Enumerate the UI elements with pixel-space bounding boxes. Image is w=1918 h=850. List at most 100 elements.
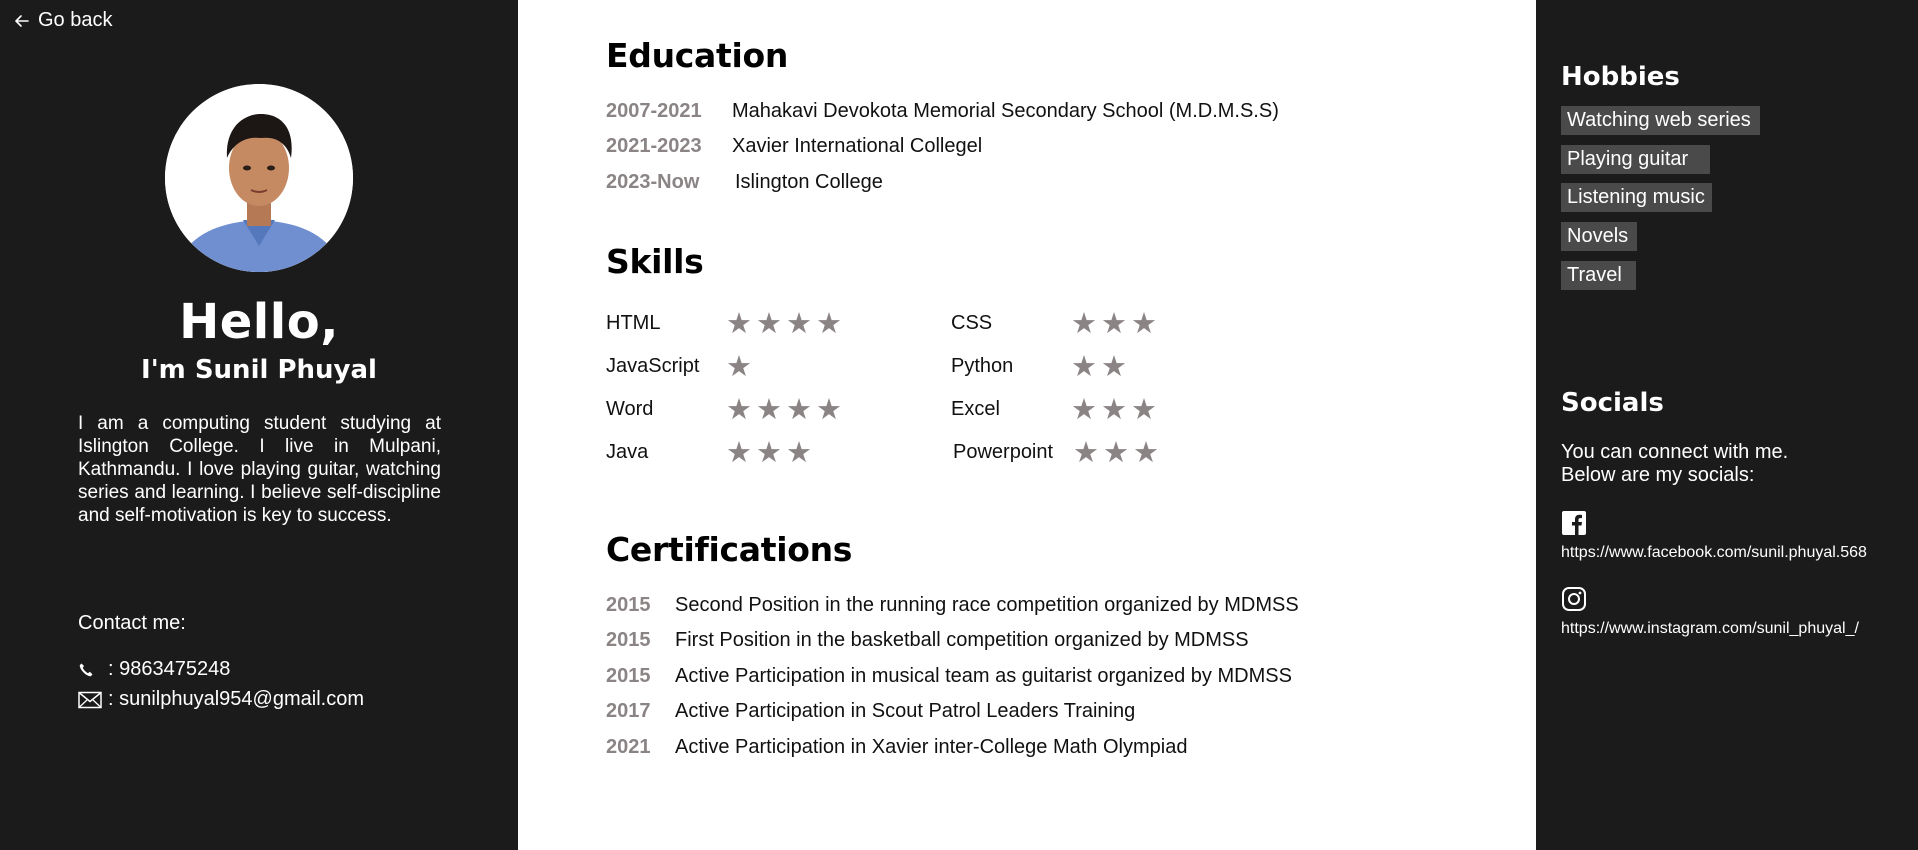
skill-rating: ★ ★ ★ ★ [724,392,844,426]
certification-year: 2015 [606,628,651,651]
contact-heading: Contact me: [78,612,186,634]
skill-item: JavaScript ★ [606,351,754,381]
education-school: Xavier International Collegel [732,134,983,157]
skill-name: JavaScript [606,354,700,377]
star-icon: ★ [1131,306,1157,340]
star-icon: ★ [726,306,752,340]
socials-text-line: You can connect with me. [1561,441,1789,463]
star-icon: ★ [1103,435,1129,469]
certification-text: Second Position in the running race comp… [675,593,1299,616]
education-school: Mahakavi Devokota Memorial Secondary Sch… [732,99,1279,122]
skill-name: Java [606,440,649,463]
certification-year: 2015 [606,664,651,687]
hobby-tag: Listening music [1561,183,1712,212]
star-icon: ★ [1101,392,1127,426]
star-icon: ★ [816,392,842,426]
star-icon: ★ [726,392,752,426]
star-icon: ★ [1101,306,1127,340]
email-address[interactable]: : sunilphuyal954@gmail.com [108,688,364,711]
skill-rating: ★ ★ ★ [1071,435,1161,469]
star-icon: ★ [726,349,752,383]
certification-item: 2015 Second Position in the running race… [606,592,1299,618]
name-heading: I'm Sunil Phuyal [141,355,377,385]
certification-item: 2017 Active Participation in Scout Patro… [606,698,1135,724]
skill-rating: ★ [724,349,754,383]
hobby-tag: Playing guitar [1561,145,1710,174]
skill-item: Powerpoint ★ ★ ★ [953,437,1161,467]
email-contact: : sunilphuyal954@gmail.com [78,688,364,711]
hobby-tag: Travel [1561,261,1636,290]
star-icon: ★ [726,435,752,469]
main-content: Education 2007-2021 Mahakavi Devokota Me… [518,0,1536,850]
phone-icon [78,660,104,680]
skill-name: HTML [606,311,661,334]
certification-text: Active Participation in Xavier inter-Col… [675,735,1188,758]
hobby-tag: Novels [1561,222,1637,251]
education-item: 2007-2021 Mahakavi Devokota Memorial Sec… [606,98,1279,124]
arrow-left-icon [15,14,29,27]
instagram-link[interactable]: https://www.instagram.com/sunil_phuyal_/ [1561,620,1859,638]
skill-name: CSS [951,311,993,334]
skill-rating: ★ ★ ★ [1069,392,1159,426]
right-sidebar: Hobbies Watching web series Playing guit… [1536,0,1918,850]
skill-rating: ★ ★ ★ [724,435,814,469]
hobby-tag: Watching web series [1561,106,1760,135]
certification-text: First Position in the basketball competi… [675,628,1249,651]
facebook-link[interactable]: https://www.facebook.com/sunil.phuyal.56… [1561,544,1867,562]
skill-rating: ★ ★ ★ [1069,306,1159,340]
certification-year: 2017 [606,699,651,722]
envelope-icon [78,690,104,710]
certification-year: 2021 [606,735,651,758]
avatar [165,84,353,272]
skill-name: Word [606,397,654,420]
star-icon: ★ [786,435,812,469]
star-icon: ★ [756,435,782,469]
skill-item: Java ★ ★ ★ [606,437,814,467]
star-icon: ★ [1131,392,1157,426]
star-icon: ★ [786,392,812,426]
skill-name: Powerpoint [953,440,1054,463]
facebook-icon[interactable] [1561,510,1587,536]
skill-rating: ★ ★ ★ ★ [724,306,844,340]
certification-text: Active Participation in Scout Patrol Lea… [675,699,1136,722]
skills-heading: Skills [606,242,704,281]
socials-description: You can connect with me. Below are my so… [1561,441,1901,487]
instagram-icon[interactable] [1561,586,1587,612]
star-icon: ★ [786,306,812,340]
go-back-link[interactable]: Go back [14,9,112,32]
socials-text-line: Below are my socials: [1561,464,1755,486]
phone-number[interactable]: : 9863475248 [108,658,230,681]
education-years: 2007-2021 [606,99,702,122]
education-item: 2021-2023 Xavier International Collegel [606,133,982,159]
star-icon: ★ [756,306,782,340]
skill-item: Excel ★ ★ ★ [951,394,1159,424]
skill-item: Word ★ ★ ★ ★ [606,394,844,424]
education-school: Islington College [735,170,883,193]
skill-item: CSS ★ ★ ★ [951,308,1159,338]
profile-sidebar: Go back Hello, I'm Sunil Phuyal I am a c… [0,0,518,850]
star-icon: ★ [1101,349,1127,383]
star-icon: ★ [816,306,842,340]
education-heading: Education [606,36,789,75]
certification-year: 2015 [606,593,651,616]
bio-paragraph: I am a computing student studying at Isl… [78,413,441,526]
certification-item: 2015 First Position in the basketball co… [606,627,1249,653]
education-years: 2023-Now [606,170,700,193]
skill-item: HTML ★ ★ ★ ★ [606,308,844,338]
socials-heading: Socials [1561,388,1664,418]
star-icon: ★ [1071,392,1097,426]
star-icon: ★ [1071,349,1097,383]
education-years: 2021-2023 [606,134,702,157]
certification-item: 2021 Active Participation in Xavier inte… [606,734,1187,760]
go-back-label: Go back [38,9,113,31]
skill-item: Python ★ ★ [951,351,1129,381]
star-icon: ★ [756,392,782,426]
certifications-heading: Certifications [606,530,853,569]
skill-name: Excel [951,397,1000,420]
star-icon: ★ [1133,435,1159,469]
phone-contact: : 9863475248 [78,658,230,681]
greeting-heading: Hello, [179,294,339,350]
star-icon: ★ [1073,435,1099,469]
certification-text: Active Participation in musical team as … [675,664,1292,687]
star-icon: ★ [1071,306,1097,340]
